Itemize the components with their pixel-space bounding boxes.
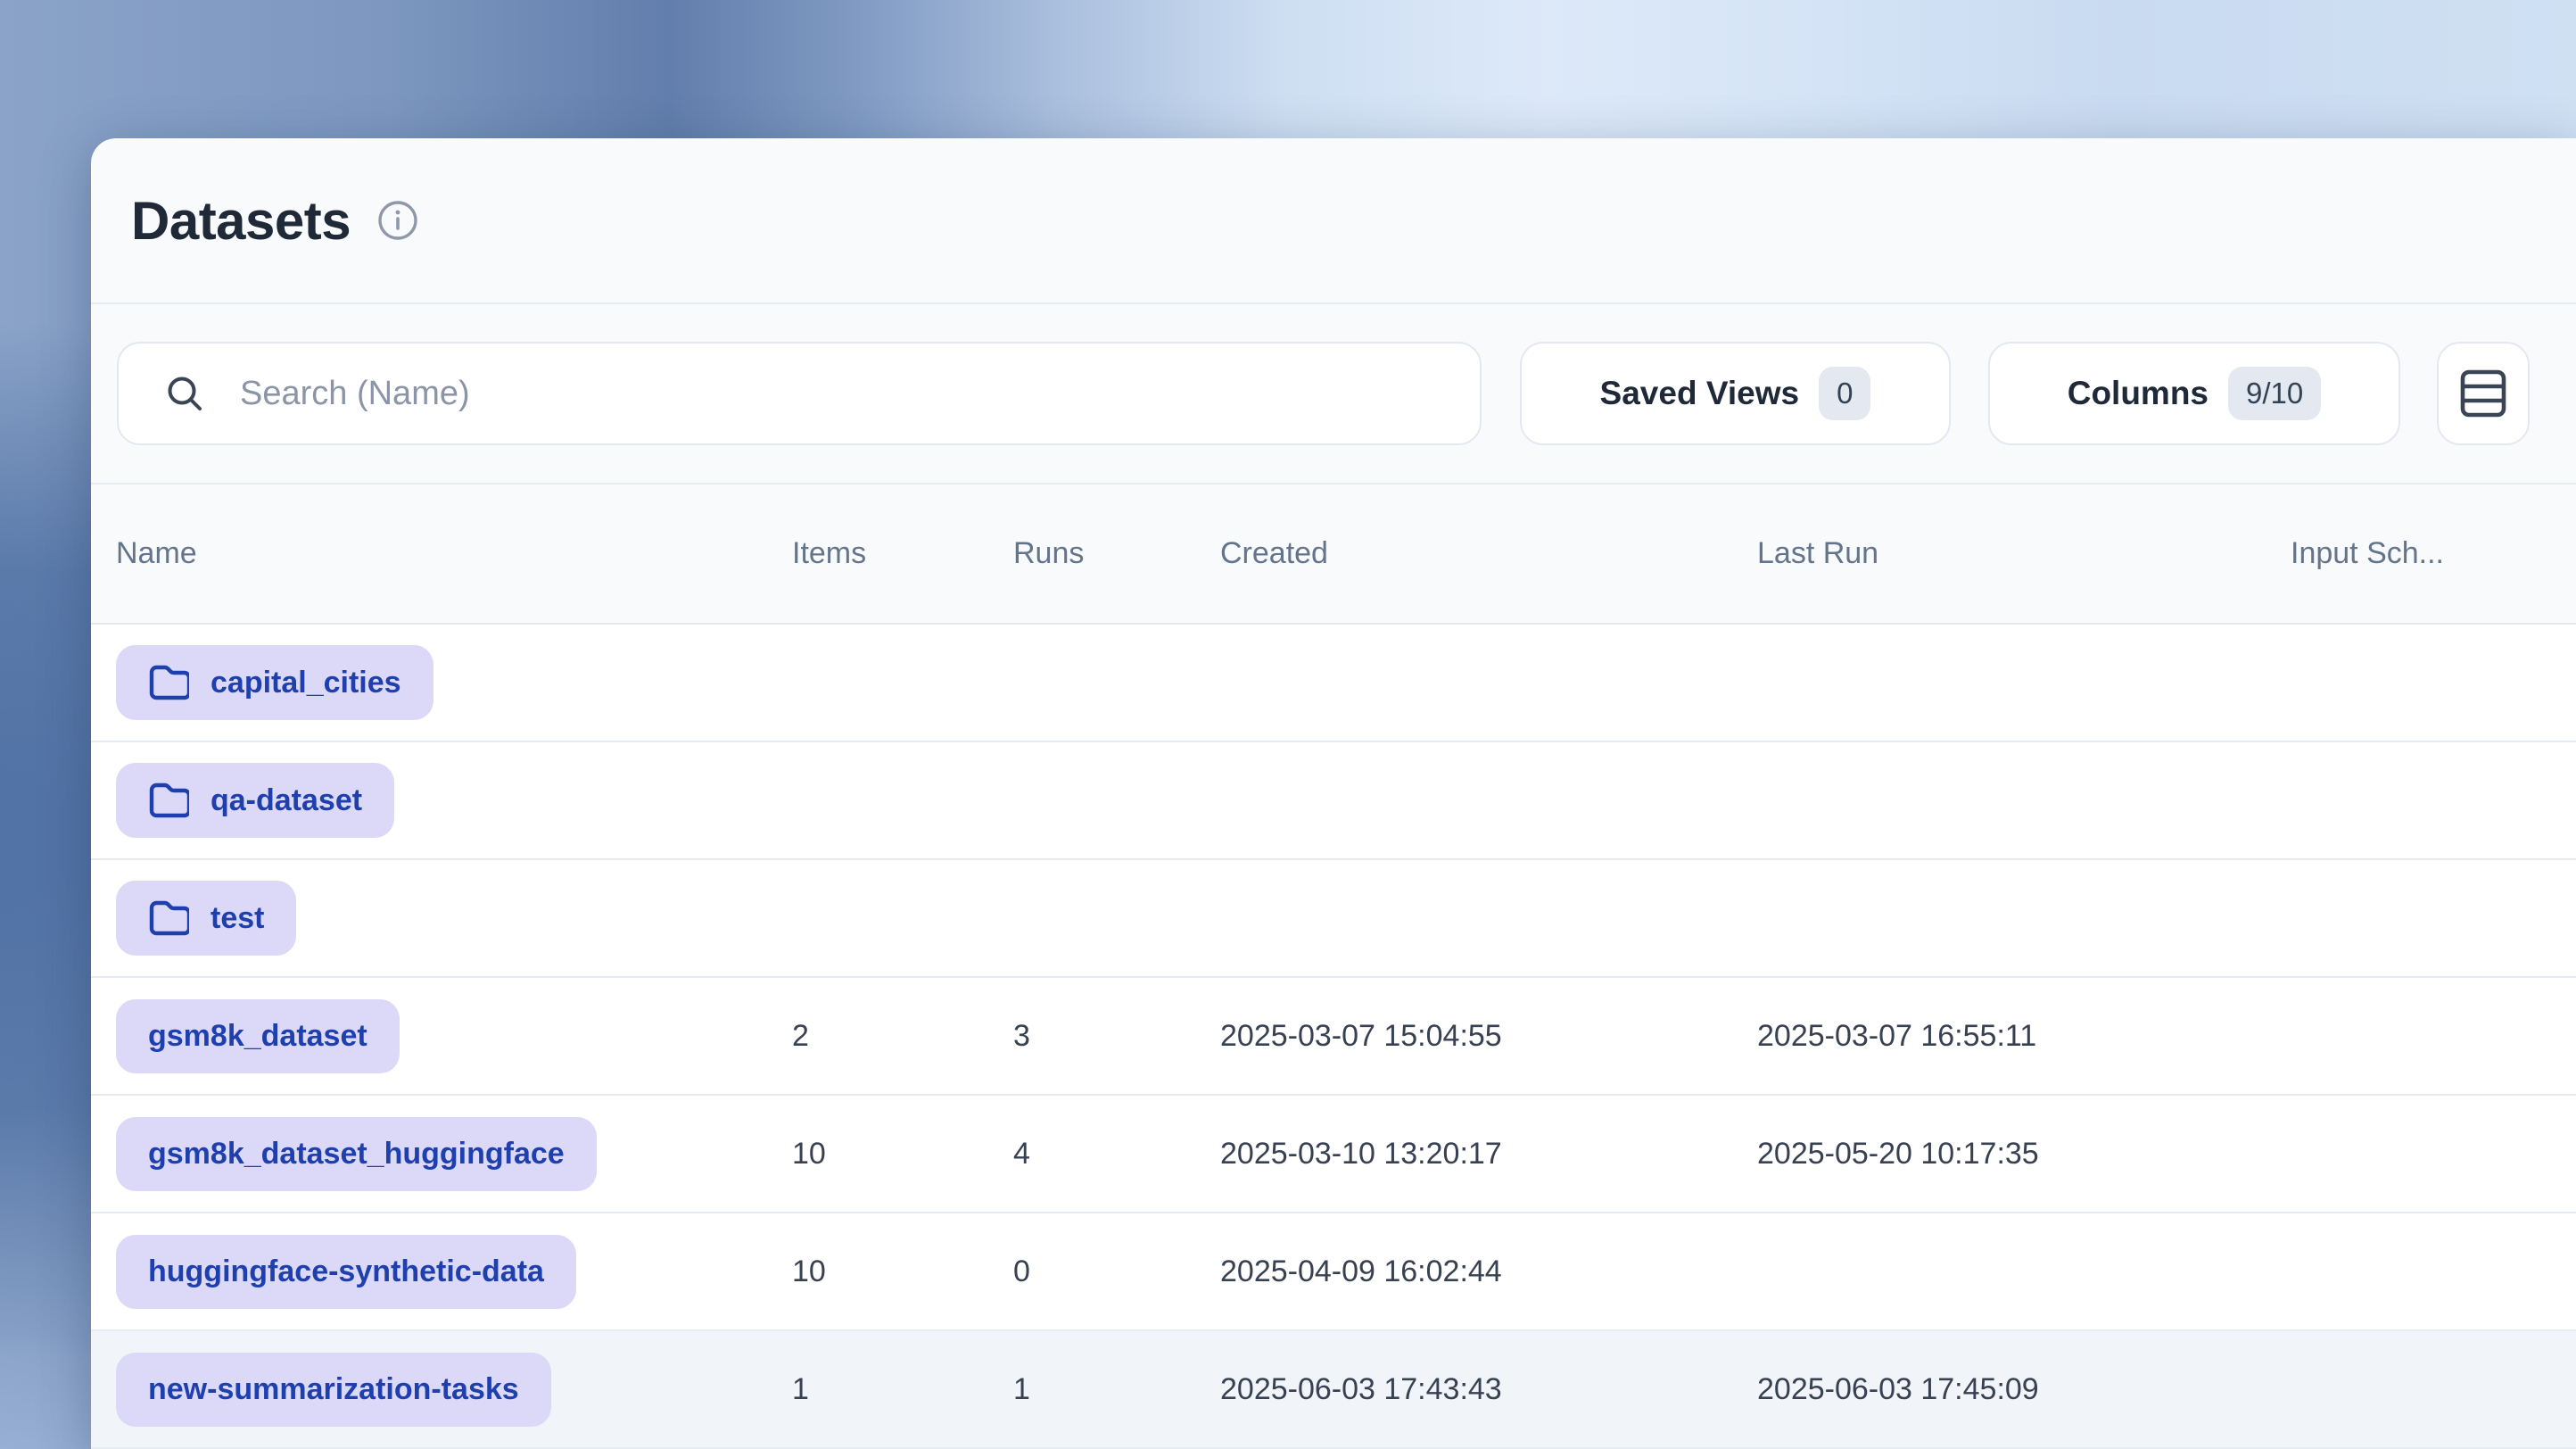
- folder-badge[interactable]: test: [116, 881, 296, 956]
- dataset-name: gsm8k_dataset: [148, 1019, 367, 1054]
- toolbar: Saved Views 0 Columns 9/10: [91, 304, 2576, 484]
- items-cell: 2: [792, 1019, 1013, 1054]
- folder-icon: [148, 782, 189, 818]
- created-cell: 2025-06-03 17:43:43: [1220, 1372, 1757, 1407]
- datasets-table: NameItemsRunsCreatedLast RunInput Sch...…: [91, 484, 2576, 1449]
- row-height-toggle-button[interactable]: [2437, 342, 2530, 445]
- table-row[interactable]: gsm8k_dataset_huggingface 1042025-03-10 1…: [91, 1096, 2576, 1213]
- table-body: capital_cities qa-dataset test gsm8k_datase…: [91, 625, 2576, 1449]
- runs-cell: 3: [1013, 1019, 1220, 1054]
- saved-views-button[interactable]: Saved Views 0: [1520, 342, 1951, 445]
- name-cell: huggingface-synthetic-data: [116, 1235, 792, 1309]
- table-rows-icon: [2459, 368, 2507, 418]
- last-run-cell: 2025-03-07 16:55:11: [1757, 1019, 2291, 1054]
- runs-cell: 4: [1013, 1137, 1220, 1172]
- saved-views-count-badge: 0: [1819, 367, 1870, 420]
- saved-views-label: Saved Views: [1600, 375, 1800, 412]
- dataset-link-badge[interactable]: huggingface-synthetic-data: [116, 1235, 576, 1309]
- table-header-row: NameItemsRunsCreatedLast RunInput Sch...: [91, 484, 2576, 625]
- dataset-link-badge[interactable]: gsm8k_dataset_huggingface: [116, 1117, 597, 1191]
- name-cell: new-summarization-tasks: [116, 1353, 792, 1427]
- name-cell: gsm8k_dataset_huggingface: [116, 1117, 792, 1191]
- folder-icon: [148, 665, 189, 700]
- dataset-name: test: [211, 901, 264, 936]
- last-run-cell: 2025-06-03 17:45:09: [1757, 1372, 2291, 1407]
- table-row[interactable]: qa-dataset: [91, 742, 2576, 860]
- dataset-name: new-summarization-tasks: [148, 1372, 519, 1407]
- folder-badge[interactable]: capital_cities: [116, 645, 433, 720]
- column-header-items[interactable]: Items: [792, 536, 1013, 571]
- column-header-name[interactable]: Name: [116, 536, 792, 571]
- created-cell: 2025-03-10 13:20:17: [1220, 1137, 1757, 1172]
- column-header-created[interactable]: Created: [1220, 536, 1757, 571]
- items-cell: 1: [792, 1372, 1013, 1407]
- name-cell: capital_cities: [116, 645, 792, 720]
- columns-button[interactable]: Columns 9/10: [1988, 342, 2400, 445]
- last-run-cell: 2025-05-20 10:17:35: [1757, 1137, 2291, 1172]
- info-icon[interactable]: [377, 200, 418, 241]
- folder-badge[interactable]: qa-dataset: [116, 763, 394, 838]
- items-cell: 10: [792, 1254, 1013, 1289]
- column-header-input-sch[interactable]: Input Sch...: [2291, 536, 2530, 571]
- table-row[interactable]: huggingface-synthetic-data 1002025-04-09 …: [91, 1213, 2576, 1331]
- name-cell: qa-dataset: [116, 763, 792, 838]
- search-box[interactable]: [117, 342, 1482, 445]
- runs-cell: 1: [1013, 1372, 1220, 1407]
- dataset-name: qa-dataset: [211, 783, 362, 818]
- search-icon: [163, 372, 206, 415]
- dataset-link-badge[interactable]: gsm8k_dataset: [116, 999, 400, 1073]
- dataset-name: huggingface-synthetic-data: [148, 1254, 544, 1289]
- runs-cell: 0: [1013, 1254, 1220, 1289]
- folder-icon: [148, 900, 189, 936]
- column-header-last-run[interactable]: Last Run: [1757, 536, 2291, 571]
- table-row[interactable]: capital_cities: [91, 625, 2576, 742]
- table-row[interactable]: gsm8k_dataset 232025-03-07 15:04:552025-0…: [91, 978, 2576, 1096]
- column-header-runs[interactable]: Runs: [1013, 536, 1220, 571]
- dataset-link-badge[interactable]: new-summarization-tasks: [116, 1353, 551, 1427]
- table-row[interactable]: new-summarization-tasks112025-06-03 17:4…: [91, 1331, 2576, 1449]
- page-title: Datasets: [131, 190, 351, 252]
- columns-label: Columns: [2068, 375, 2209, 412]
- search-input[interactable]: [240, 375, 1480, 413]
- columns-count-badge: 9/10: [2228, 367, 2321, 420]
- items-cell: 10: [792, 1137, 1013, 1172]
- dataset-name: capital_cities: [211, 666, 401, 700]
- panel-header: Datasets: [91, 138, 2576, 304]
- datasets-panel: Datasets Saved Views 0 Columns: [91, 138, 2576, 1449]
- created-cell: 2025-03-07 15:04:55: [1220, 1019, 1757, 1054]
- created-cell: 2025-04-09 16:02:44: [1220, 1254, 1757, 1289]
- name-cell: test: [116, 881, 792, 956]
- name-cell: gsm8k_dataset: [116, 999, 792, 1073]
- dataset-name: gsm8k_dataset_huggingface: [148, 1137, 565, 1172]
- table-row[interactable]: test: [91, 860, 2576, 978]
